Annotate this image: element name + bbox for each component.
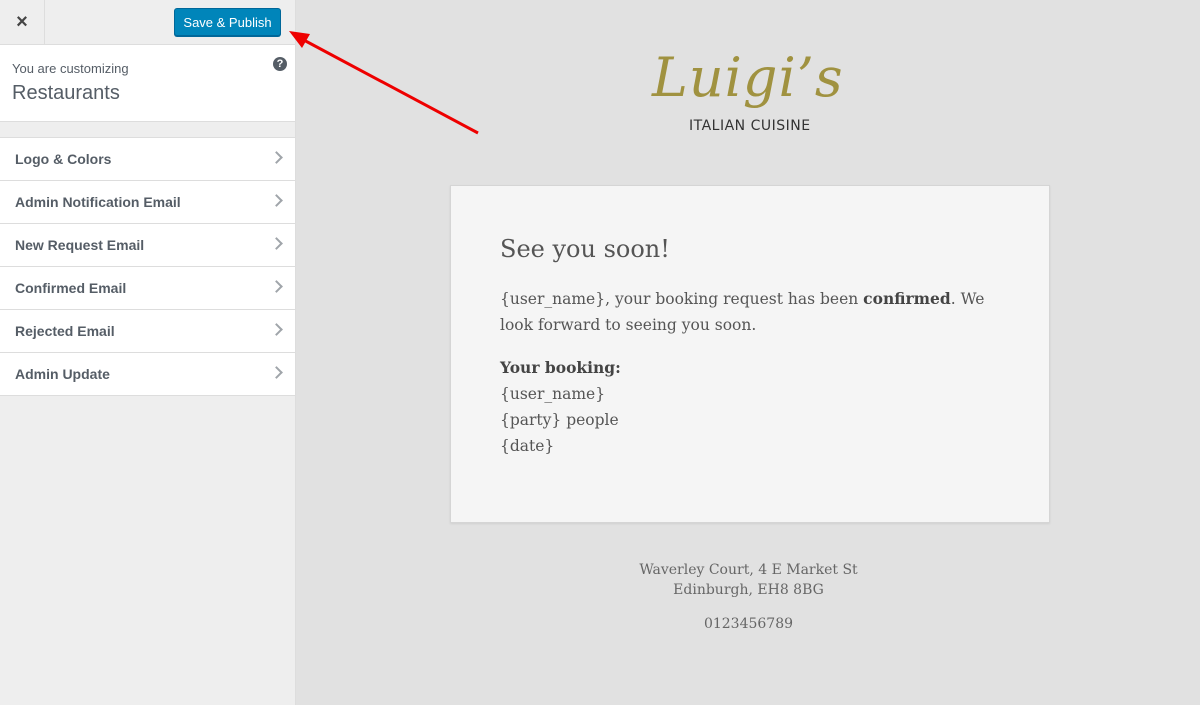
booking-label: Your booking: xyxy=(500,358,621,377)
section-label: Admin Update xyxy=(15,366,110,382)
address-line-2: Edinburgh, EH8 8BG xyxy=(673,582,824,598)
chevron-right-icon xyxy=(270,323,283,336)
email-body-bold: confirmed xyxy=(863,289,951,308)
booking-user-name: {user_name} xyxy=(500,385,606,403)
chevron-right-icon xyxy=(270,366,283,379)
section-confirmed-email[interactable]: Confirmed Email xyxy=(0,267,295,310)
customizer-sidebar: × Save & Publish You are customizing Res… xyxy=(0,0,296,705)
email-heading: See you soon! xyxy=(500,235,670,263)
customizer-header: × Save & Publish xyxy=(0,0,295,45)
chevron-right-icon xyxy=(270,194,283,207)
section-label: Logo & Colors xyxy=(15,151,112,167)
section-label: New Request Email xyxy=(15,237,145,253)
help-icon[interactable]: ? xyxy=(273,57,287,71)
chevron-right-icon xyxy=(270,280,283,293)
section-new-request-email[interactable]: New Request Email xyxy=(0,224,295,267)
section-admin-notification-email[interactable]: Admin Notification Email xyxy=(0,181,295,224)
phone-number: 0123456789 xyxy=(703,616,794,632)
section-label: Rejected Email xyxy=(15,323,115,339)
customizing-info: You are customizing Restaurants ? xyxy=(0,45,295,122)
section-admin-update[interactable]: Admin Update xyxy=(0,353,295,396)
section-rejected-email[interactable]: Rejected Email xyxy=(0,310,295,353)
address-line-1: Waverley Court, 4 E Market St xyxy=(639,562,858,578)
booking-details: Your booking: {user_name} {party} people… xyxy=(500,355,621,459)
chevron-right-icon xyxy=(270,151,283,164)
email-preview: Luigi’s ITALIAN CUISINE See you soon! {u… xyxy=(297,0,1200,705)
booking-party: {party} people xyxy=(500,411,619,429)
logo-subtitle: ITALIAN CUISINE xyxy=(689,118,811,134)
email-body: {user_name}, your booking request has be… xyxy=(500,286,1010,338)
section-label: Admin Notification Email xyxy=(15,194,181,210)
booking-date: {date} xyxy=(500,437,555,455)
customizing-title: Restaurants xyxy=(12,82,120,104)
customizing-label: You are customizing xyxy=(12,61,129,76)
save-publish-button[interactable]: Save & Publish xyxy=(174,8,281,36)
customizer-sections: Logo & Colors Admin Notification Email N… xyxy=(0,137,295,396)
email-body-prefix: {user_name}, your booking request has be… xyxy=(500,290,864,308)
logo-script-text: Luigi’s xyxy=(652,46,844,109)
restaurant-logo: Luigi’s ITALIAN CUISINE xyxy=(652,46,852,140)
close-icon[interactable]: × xyxy=(0,0,45,44)
chevron-right-icon xyxy=(270,237,283,250)
section-logo-colors[interactable]: Logo & Colors xyxy=(0,138,295,181)
email-card: See you soon! {user_name}, your booking … xyxy=(450,185,1050,523)
section-label: Confirmed Email xyxy=(15,280,127,296)
